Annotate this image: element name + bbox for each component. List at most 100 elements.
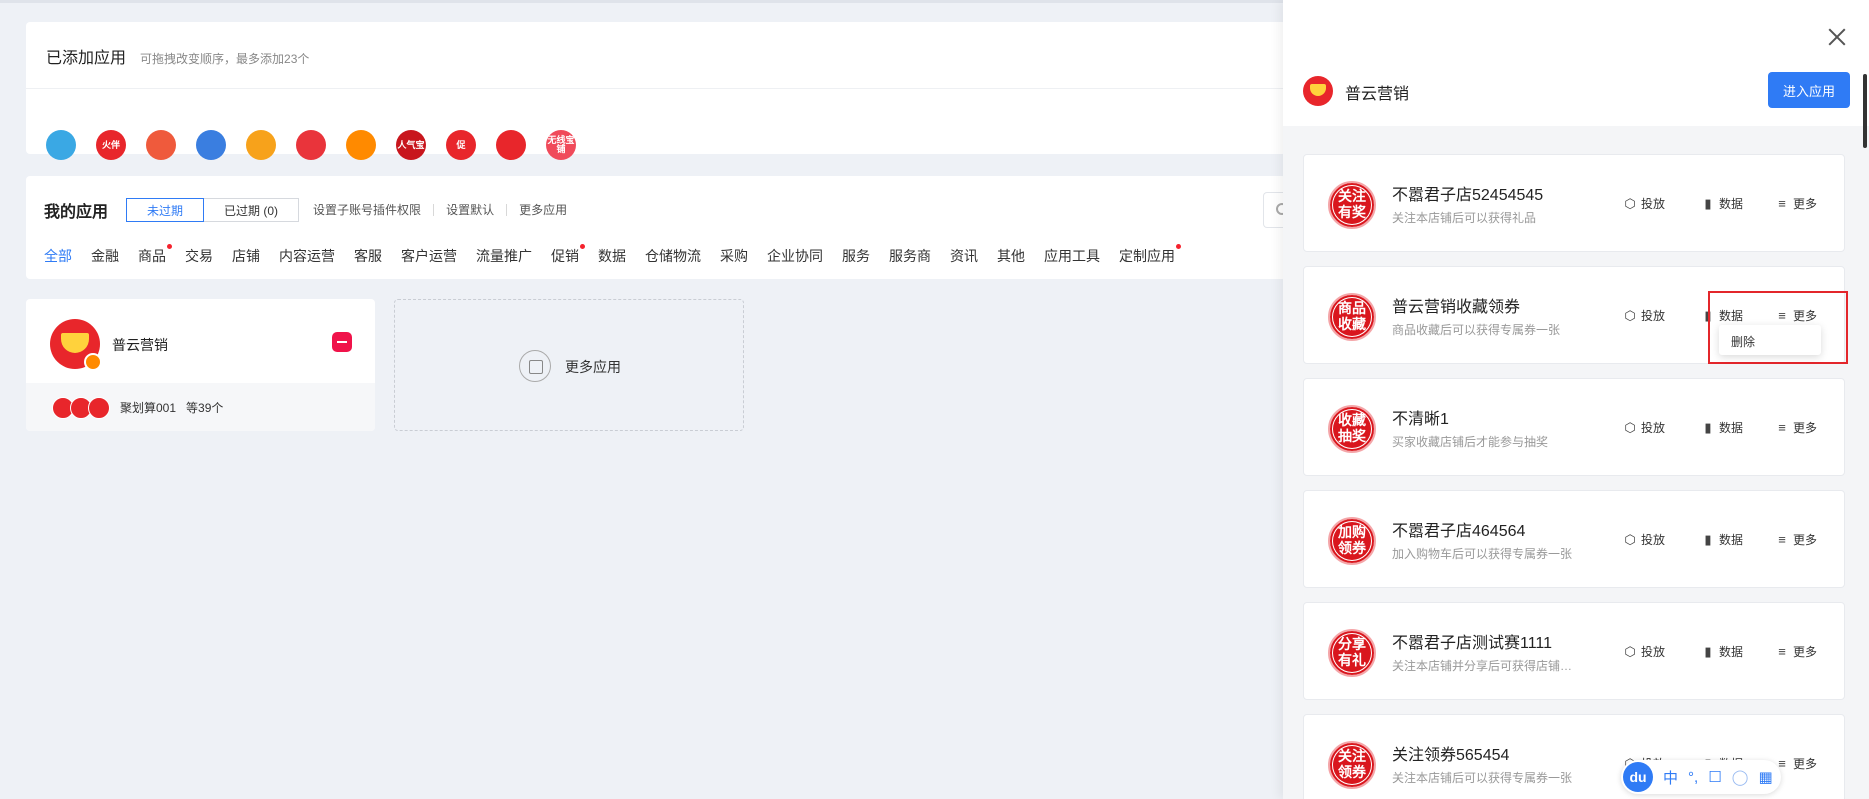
deploy-button[interactable]: ⬡ 投放 [1624, 643, 1665, 660]
category-tab-label: 企业协同 [767, 248, 823, 264]
category-tab[interactable]: 企业协同 [767, 246, 823, 266]
category-tab-label: 促销 [551, 248, 579, 264]
expiry-segmented-control: 未过期 已过期 (0) [126, 198, 300, 222]
menu-icon: ≡ [1778, 644, 1786, 659]
category-tab-label: 其他 [997, 248, 1025, 264]
cube-icon: ⬡ [1624, 643, 1636, 659]
close-icon[interactable] [1828, 28, 1846, 46]
more-label: 更多 [1793, 757, 1818, 771]
bar-chart-icon: ▮ [1704, 531, 1712, 547]
data-button[interactable]: ▮ 数据 [1702, 195, 1743, 212]
category-tab[interactable]: 内容运营 [279, 246, 335, 266]
remove-app-button[interactable] [332, 332, 352, 352]
more-button[interactable]: ≡ 更多 [1776, 419, 1817, 436]
new-dot-badge [1176, 244, 1181, 249]
category-tab-label: 金融 [91, 248, 119, 264]
deploy-button[interactable]: ⬡ 投放 [1624, 419, 1665, 436]
activity-seal-icon: 商品收藏 [1328, 293, 1376, 341]
category-tab[interactable]: 资讯 [950, 246, 978, 266]
data-label: 数据 [1719, 197, 1744, 211]
category-tab[interactable]: 交易 [185, 246, 213, 266]
activity-item: 加购领券 不嚣君子店464564 加入购物车后可以获得专属券一张 ⬡ 投放 ▮ 数据 ≡ 更多 [1303, 490, 1845, 588]
activity-item: 关注有奖 不嚣君子店52454545 关注本店铺后可以获得礼品 ⬡ 投放 ▮ 数据 ≡ 更多 [1303, 154, 1845, 252]
my-apps-panel: 我的应用 未过期 已过期 (0) 设置子账号插件权限 设置默认 更多应用 全部 金… [26, 176, 1303, 279]
more-button[interactable]: ≡ 更多 [1776, 643, 1817, 660]
tab-expired[interactable]: 已过期 (0) [204, 198, 300, 222]
app-icon-6[interactable] [296, 130, 326, 160]
category-tab[interactable]: 金融 [91, 246, 119, 266]
category-tab[interactable]: 其他 [997, 246, 1025, 266]
app-icon-1[interactable] [46, 130, 76, 160]
user-icon[interactable]: ◯ [1732, 768, 1749, 786]
deploy-button[interactable]: ⬡ 投放 [1624, 307, 1665, 324]
cube-icon: ⬡ [1624, 195, 1636, 211]
enter-app-button[interactable]: 进入应用 [1768, 72, 1850, 108]
category-tab[interactable]: 商品 [138, 244, 172, 266]
deploy-label: 投放 [1641, 197, 1666, 211]
category-tab-label: 全部 [44, 248, 72, 264]
deploy-button[interactable]: ⬡ 投放 [1624, 195, 1665, 212]
activity-desc: 加入购物车后可以获得专属券一张 [1392, 547, 1573, 561]
category-tab[interactable]: 服务 [842, 246, 870, 266]
category-tab[interactable]: 定制应用 [1119, 244, 1181, 266]
app-icon-cu[interactable]: 促 [446, 130, 476, 160]
app-detail-drawer: 普云营销 进入应用 关注有奖 不嚣君子店52454545 关注本店铺后可以获得礼品 ⬡… [1283, 0, 1869, 799]
app-icon-huoban[interactable]: 火伴 [96, 130, 126, 160]
category-tab[interactable]: 仓储物流 [645, 246, 701, 266]
app-icon-5[interactable] [246, 130, 276, 160]
app-icon-3[interactable] [146, 130, 176, 160]
my-apps-toolbar: 我的应用 未过期 已过期 (0) 设置子账号插件权限 设置默认 更多应用 [44, 198, 579, 222]
data-label: 数据 [1719, 421, 1744, 435]
delete-menu-item[interactable]: 删除 [1731, 335, 1755, 349]
more-label: 更多 [1793, 197, 1818, 211]
bar-chart-icon: ▮ [1704, 419, 1712, 435]
category-tab[interactable]: 应用工具 [1044, 246, 1100, 266]
tab-unexpired[interactable]: 未过期 [126, 198, 205, 222]
category-tab[interactable]: 数据 [598, 246, 626, 266]
more-apps-link[interactable]: 更多应用 [506, 204, 579, 216]
skin-icon[interactable]: ☐ [1708, 768, 1721, 786]
data-button[interactable]: ▮ 数据 [1702, 643, 1743, 660]
more-button[interactable]: ≡ 更多 [1776, 531, 1817, 548]
footer-activity-count: 等39个 [186, 401, 224, 415]
app-icon-renqibao[interactable]: 人气宝 [396, 130, 426, 160]
category-tab[interactable]: 客户运营 [401, 246, 457, 266]
category-tab[interactable]: 店铺 [232, 246, 260, 266]
activity-desc: 关注本店铺并分享后可获得店铺提供... [1392, 659, 1578, 673]
data-button[interactable]: ▮ 数据 [1702, 531, 1743, 548]
deploy-label: 投放 [1641, 645, 1666, 659]
more-button[interactable]: ≡ 更多 [1776, 755, 1817, 772]
cube-icon: ⬡ [1624, 419, 1636, 435]
category-tab[interactable]: 客服 [354, 246, 382, 266]
category-tab-label: 交易 [185, 248, 213, 264]
category-tab[interactable]: 服务商 [889, 246, 931, 266]
category-tab[interactable]: 采购 [720, 246, 748, 266]
app-icon-wuxianbaopu[interactable]: 无线宝铺 [546, 130, 576, 160]
category-tab[interactable]: 全部 [44, 246, 72, 266]
app-icon-4[interactable] [196, 130, 226, 160]
bar-chart-icon: ▮ [1704, 195, 1712, 211]
punctuation-icon[interactable]: °, [1688, 769, 1698, 786]
ime-language-toggle[interactable]: 中 [1663, 767, 1678, 788]
menu-icon: ≡ [1778, 196, 1786, 211]
app-icon-7[interactable] [346, 130, 376, 160]
menu-icon: ≡ [1778, 420, 1786, 435]
data-button[interactable]: ▮ 数据 [1702, 419, 1743, 436]
sub-account-permission-link[interactable]: 设置子账号插件权限 [299, 204, 433, 216]
grid-icon[interactable]: ▦ [1758, 768, 1772, 786]
app-card-puyun[interactable]: 普云营销 聚划算001 等39个 [26, 299, 375, 431]
app-icon-puyun[interactable] [496, 130, 526, 160]
my-apps-title: 我的应用 [44, 204, 109, 221]
more-label: 更多 [1793, 533, 1818, 547]
category-tab[interactable]: 促销 [551, 244, 585, 266]
ime-logo-icon[interactable]: du [1623, 762, 1653, 792]
deploy-label: 投放 [1641, 309, 1666, 323]
cube-icon: ⬡ [1624, 531, 1636, 547]
more-apps-card[interactable]: 更多应用 [394, 299, 744, 431]
more-button[interactable]: ≡ 更多 [1776, 195, 1817, 212]
set-default-link[interactable]: 设置默认 [433, 204, 506, 216]
category-tab[interactable]: 流量推广 [476, 246, 532, 266]
data-label: 数据 [1719, 645, 1744, 659]
scrollbar[interactable] [1863, 74, 1867, 148]
deploy-button[interactable]: ⬡ 投放 [1624, 531, 1665, 548]
